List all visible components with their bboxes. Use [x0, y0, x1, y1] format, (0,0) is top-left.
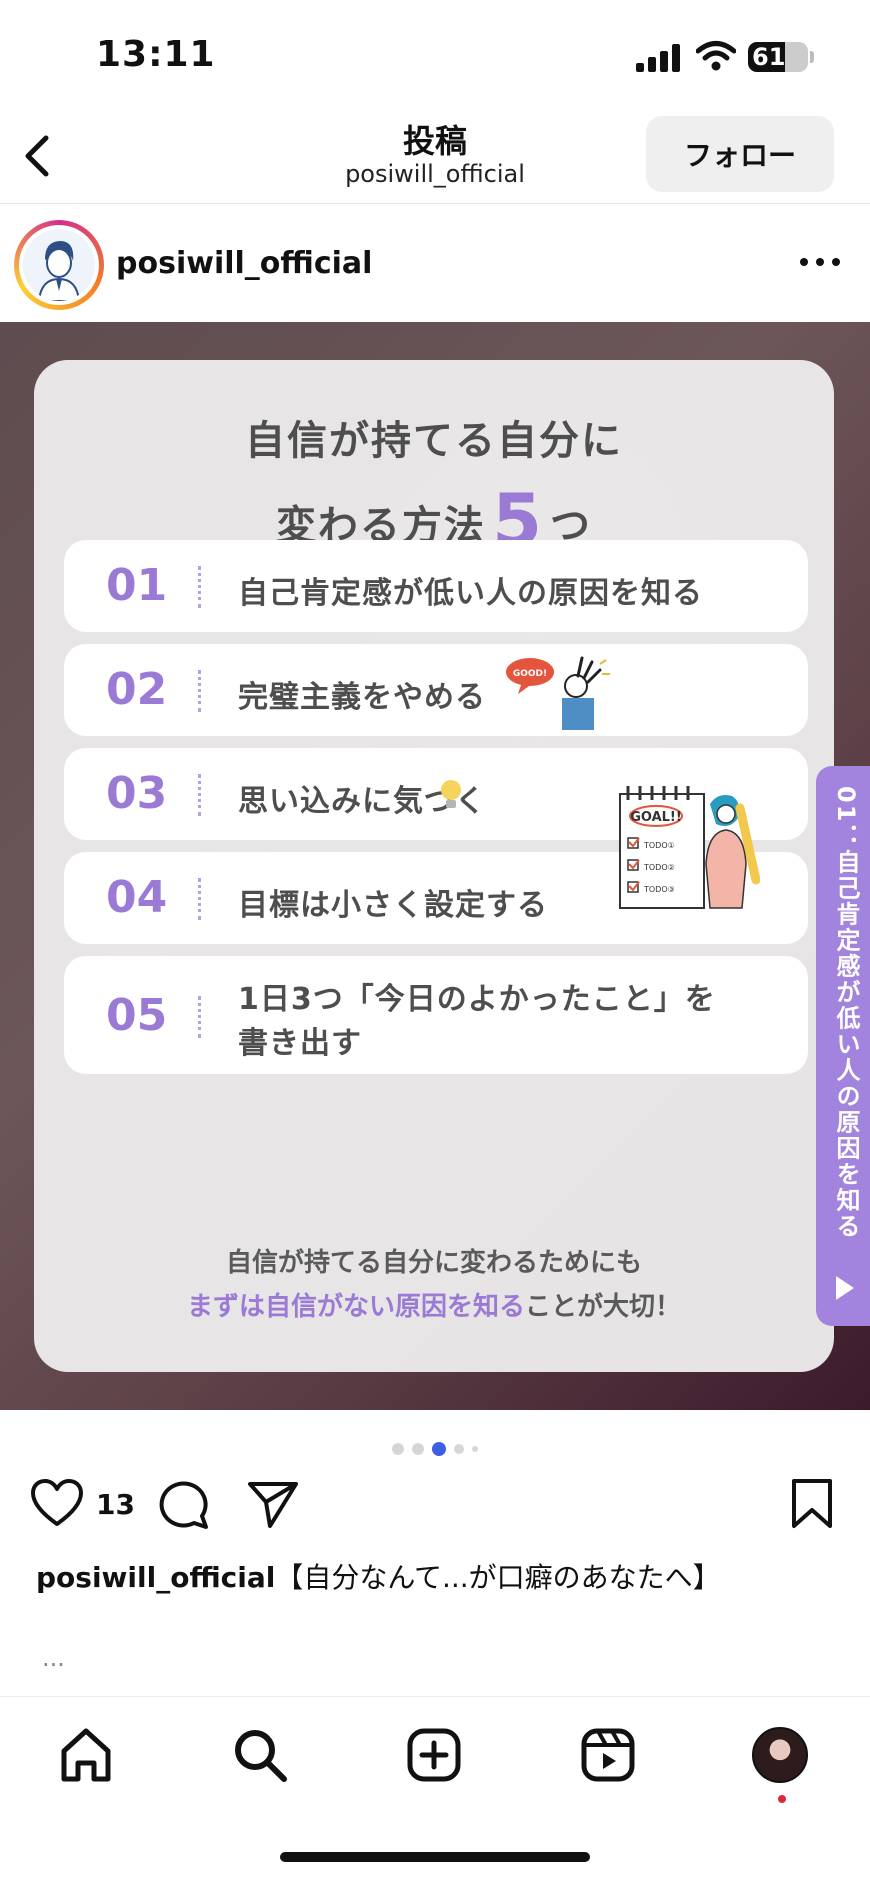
item-number: 01	[106, 560, 168, 611]
battery-level: 61	[752, 43, 786, 71]
paper-plane-icon[interactable]	[246, 1478, 300, 1530]
card-title-line1: 自信が持てる自分に	[245, 418, 623, 464]
side-tab-label: 01：自己肯定感が低い人の原因を知る	[832, 786, 860, 1240]
battery-tip	[810, 51, 814, 63]
caption-more[interactable]: ...	[42, 1644, 65, 1672]
carousel-dot	[392, 1442, 404, 1455]
list-item: 05 1日3つ「今日のよかったこと」を 書き出す	[64, 956, 808, 1074]
card-footer-line2: まずは自信がない原因を知ることが大切！	[34, 1286, 834, 1323]
caption-username[interactable]: posiwill_official	[36, 1561, 275, 1594]
notification-dot	[778, 1795, 786, 1803]
status-time: 13:11	[96, 34, 216, 75]
goal-label: GOAL!!	[630, 810, 682, 825]
post-actions: 13	[0, 1468, 870, 1538]
carousel-dot	[472, 1445, 478, 1452]
todo-1: TODO①	[643, 841, 675, 850]
card-footer-line1: 自信が持てる自分に変わるためにも	[225, 1248, 642, 1278]
item-text-line2: 書き出す	[238, 1026, 362, 1061]
lightbulb-icon	[441, 780, 461, 808]
ok-hand-good-icon: GOOD!	[506, 656, 610, 730]
post-author-row: posiwill_official	[0, 206, 870, 322]
avatar	[23, 229, 95, 301]
infographic-card: 自信が持てる自分に 変わる方法5 つ 01 自己肯定感が低い人の原因を知る 02 …	[34, 360, 834, 1372]
carousel-dot	[432, 1441, 446, 1456]
battery-icon: 61	[748, 42, 808, 72]
play-arrow-icon	[836, 1276, 854, 1300]
card-footer-rest: ことが大切！	[525, 1292, 682, 1322]
item-text: 目標は小さく設定する	[238, 888, 548, 923]
plus-square-icon[interactable]	[404, 1725, 464, 1785]
card-footer-highlight: まずは自信がない原因を知る	[186, 1292, 525, 1322]
item-number: 02	[106, 664, 168, 715]
bookmark-icon[interactable]	[790, 1478, 834, 1530]
carousel-dot	[412, 1442, 424, 1455]
item-number: 04	[106, 872, 168, 923]
profile-avatar[interactable]	[752, 1727, 808, 1783]
like-count[interactable]: 13	[96, 1488, 135, 1521]
goal-todo-illustration-icon: GOAL!! TODO① TODO② TODO③	[619, 786, 760, 909]
item-text: 自己肯定感が低い人の原因を知る	[238, 576, 703, 611]
person-illustration-icon	[37, 241, 81, 301]
dotted-divider	[198, 878, 201, 920]
carousel-dot	[454, 1443, 464, 1454]
list-item: 02 完璧主義をやめる GOOD!	[64, 644, 808, 736]
caption-text: 【自分なんて...が口癖のあなたへ】	[275, 1561, 721, 1594]
dotted-divider	[198, 566, 201, 608]
home-indicator	[280, 1852, 590, 1862]
more-horizontal-icon[interactable]	[800, 258, 842, 268]
todo-2: TODO②	[643, 863, 675, 872]
post-nav-header: 投稿 posiwill_official フォロー	[0, 110, 870, 204]
post-username[interactable]: posiwill_official	[116, 246, 372, 281]
good-bubble-text: GOOD!	[513, 669, 547, 679]
item-text-line1: 1日3つ「今日のよかったこと」を	[238, 982, 716, 1017]
story-ring[interactable]	[14, 220, 104, 310]
caption: posiwill_official【自分なんて...が口癖のあなたへ】	[36, 1556, 721, 1596]
status-bar: 13:11 61	[0, 0, 870, 110]
post-image[interactable]: 自信が持てる自分に 変わる方法5 つ 01 自己肯定感が低い人の原因を知る 02 …	[0, 322, 870, 1410]
side-tab[interactable]: 01：自己肯定感が低い人の原因を知る	[816, 766, 870, 1326]
follow-button[interactable]: フォロー	[646, 116, 834, 192]
carousel-indicator	[0, 1438, 870, 1456]
todo-3: TODO③	[643, 885, 675, 894]
reels-icon[interactable]	[578, 1725, 638, 1785]
search-icon[interactable]	[230, 1725, 290, 1785]
dotted-divider	[198, 670, 201, 712]
list-item: 01 自己肯定感が低い人の原因を知る	[64, 540, 808, 632]
cellular-signal-icon	[636, 44, 680, 72]
wifi-icon	[696, 41, 736, 71]
item-number: 03	[106, 768, 168, 819]
home-icon[interactable]	[56, 1725, 116, 1785]
dotted-divider	[198, 774, 201, 816]
dotted-divider	[198, 996, 201, 1038]
item-text: 完璧主義をやめる	[238, 680, 486, 715]
heart-icon[interactable]	[30, 1478, 84, 1528]
item-number: 05	[106, 990, 168, 1041]
comment-bubble-icon[interactable]	[158, 1478, 212, 1530]
